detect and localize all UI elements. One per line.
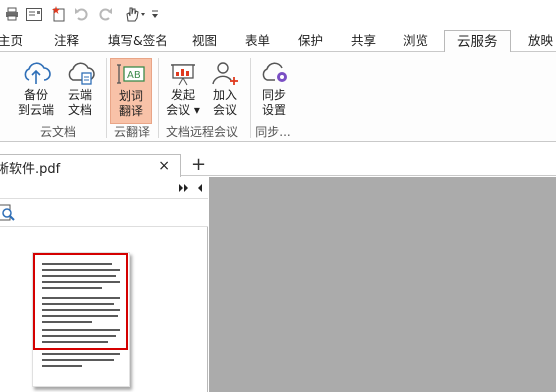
sync-settings-button[interactable]: 同步 设置 — [252, 58, 296, 128]
sync-settings-label: 同步 设置 — [261, 88, 286, 117]
start-meeting-button[interactable]: 发起 会议 ▾ — [160, 58, 206, 128]
cloud-upload-icon — [20, 58, 52, 88]
panel-header — [0, 177, 208, 199]
text-line — [42, 269, 120, 271]
redo-icon[interactable] — [96, 5, 114, 23]
document-workspace[interactable] — [209, 177, 556, 392]
cloud-document-icon — [64, 58, 96, 88]
text-line — [42, 309, 120, 311]
thumbnail-panel — [0, 177, 208, 392]
join-meeting-button[interactable]: 加入 会议 — [203, 58, 247, 128]
backup-to-cloud-label: 备份 到云端 — [17, 88, 54, 117]
text-line — [42, 263, 112, 265]
ribbon-tab-bar: 主页 注释 填写&签名 视图 表单 保护 共享 浏览 云服务 放映 — [0, 30, 556, 53]
text-line — [42, 275, 116, 277]
print-icon[interactable] — [4, 5, 20, 23]
undo-icon[interactable] — [73, 5, 91, 23]
word-translate-label: 划词 翻译 — [118, 89, 143, 118]
cloud-documents-label: 云端 文档 — [67, 88, 92, 117]
tab-comment[interactable]: 注释 — [54, 30, 79, 52]
group-label-remote-meeting: 文档远程会议 — [165, 125, 238, 139]
svg-text:AB: AB — [127, 70, 141, 81]
quick-access-toolbar — [0, 0, 556, 30]
backup-to-cloud-button[interactable]: 备份 到云端 — [14, 58, 58, 128]
tab-fill-sign[interactable]: 填写&签名 — [108, 30, 168, 52]
text-line — [42, 341, 108, 343]
tab-home[interactable]: 主页 — [0, 30, 23, 52]
tab-form[interactable]: 表单 — [245, 30, 270, 52]
tab-share[interactable]: 共享 — [351, 30, 376, 52]
add-tab-button[interactable]: + — [191, 156, 206, 174]
text-line — [42, 365, 82, 367]
text-line — [42, 359, 114, 361]
tab-slideshow[interactable]: 放映 — [528, 30, 553, 52]
text-line — [42, 321, 92, 323]
text-line — [42, 281, 120, 283]
email-icon[interactable] — [25, 5, 43, 23]
text-line — [42, 353, 120, 355]
text-line — [42, 297, 120, 299]
group-label-cloud-translate: 云翻译 — [113, 125, 150, 139]
page-search-icon[interactable] — [0, 204, 16, 225]
ribbon-panel: 备份 到云端 云端 文档 AB 划词 翻译 发起 会议 ▾ 加入 会议 同步 设… — [0, 52, 556, 142]
join-meeting-label: 加入 会议 — [212, 88, 237, 117]
text-line — [42, 335, 116, 337]
add-user-icon — [209, 58, 241, 88]
document-tab-title: 晰软件.pdf — [0, 162, 61, 177]
text-line — [42, 303, 114, 305]
text-line — [42, 315, 118, 317]
expand-panel-icon[interactable] — [178, 182, 190, 196]
customize-toolbar-icon[interactable] — [150, 5, 160, 23]
cloud-settings-icon — [258, 58, 290, 88]
document-tab-bar: 晰软件.pdf × + — [0, 142, 556, 177]
tab-protect[interactable]: 保护 — [298, 30, 323, 52]
document-tab[interactable]: 晰软件.pdf × — [0, 154, 181, 177]
presentation-board-icon — [167, 58, 199, 88]
collapse-panel-icon[interactable] — [195, 182, 203, 196]
page-thumbnail[interactable] — [32, 252, 130, 387]
word-translate-button[interactable]: AB 划词 翻译 — [110, 58, 152, 124]
text-line — [42, 287, 102, 289]
text-line — [42, 329, 120, 331]
new-document-icon[interactable] — [50, 5, 68, 23]
group-label-cloud-docs: 云文档 — [39, 125, 76, 139]
panel-toolbar — [0, 199, 208, 227]
cloud-documents-button[interactable]: 云端 文档 — [58, 58, 102, 128]
tab-view[interactable]: 视图 — [192, 30, 217, 52]
tab-browse[interactable]: 浏览 — [403, 30, 428, 52]
hand-tool-icon[interactable] — [123, 5, 149, 23]
start-meeting-label: 发起 会议 ▾ — [166, 88, 200, 117]
group-label-sync: 同步... — [255, 125, 291, 139]
close-tab-icon[interactable]: × — [158, 158, 170, 174]
translate-icon: AB — [115, 59, 147, 89]
tab-cloud-services[interactable]: 云服务 — [444, 30, 511, 53]
